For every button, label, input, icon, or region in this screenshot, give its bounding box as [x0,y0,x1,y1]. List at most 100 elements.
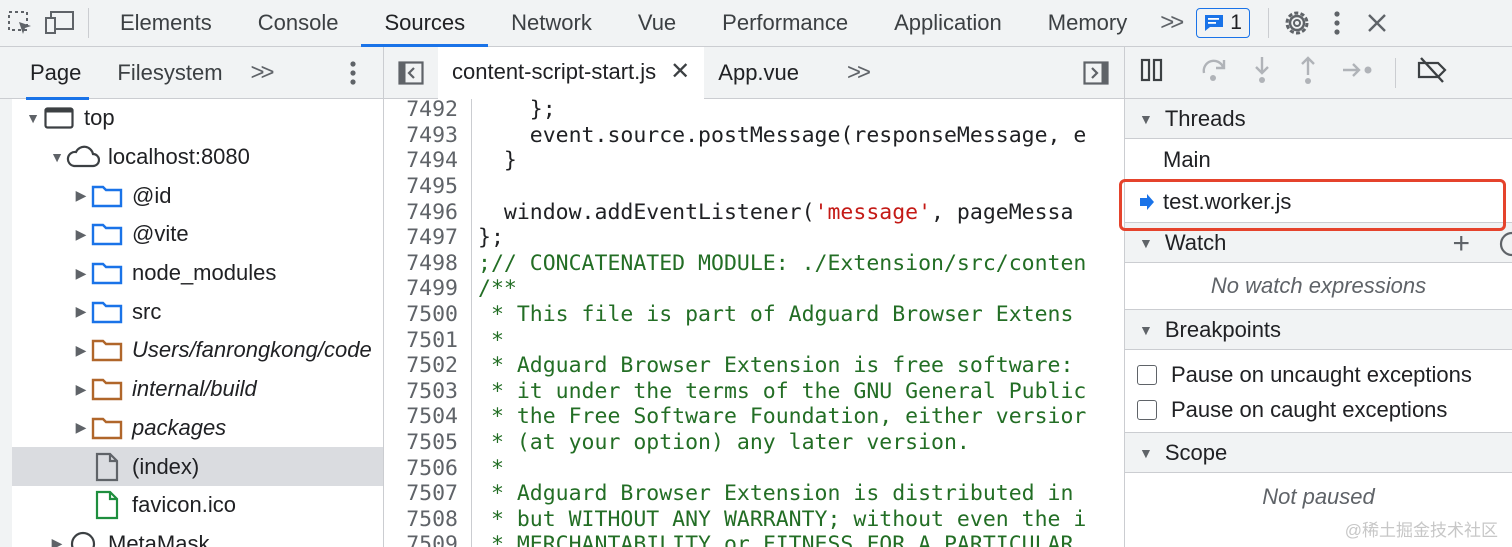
navigator-menu-icon[interactable] [349,60,357,91]
tab-console[interactable]: Console [235,0,362,46]
tree-item-folder-id[interactable]: ▶ @id [12,176,383,215]
inspect-element-icon[interactable] [0,0,40,46]
tab-performance[interactable]: Performance [699,0,871,46]
code-line[interactable]: 7496 window.addEventListener('message', … [384,199,1073,225]
step-out-icon[interactable] [1295,55,1321,90]
line-number[interactable]: 7495 [384,174,458,199]
collapsed-arrow-icon[interactable]: ▶ [72,265,90,282]
line-number[interactable]: 7498 [384,251,458,276]
tab-page[interactable]: Page [12,47,99,100]
toggle-debugger-icon[interactable] [1068,50,1124,96]
line-number[interactable]: 7500 [384,302,458,327]
tree-item-file-index[interactable]: (index) [12,447,383,486]
code-line[interactable]: 7499 /** [384,276,517,302]
code-line[interactable]: 7498 ;// CONCATENATED MODULE: ./Extension… [384,251,1086,277]
scope-section-header[interactable]: ▼ Scope [1125,433,1512,473]
step-into-icon[interactable] [1249,55,1275,90]
tree-item-file-favicon[interactable]: favicon.ico [12,486,383,525]
device-toolbar-icon[interactable] [40,0,80,46]
tree-item-folder-node-modules[interactable]: ▶ node_modules [12,254,383,293]
tab-memory[interactable]: Memory [1025,0,1150,46]
collapsed-arrow-icon[interactable]: ▶ [72,187,90,204]
expanded-arrow-icon[interactable]: ▼ [24,110,42,126]
code-line[interactable]: 7492 }; [384,99,555,123]
pause-icon[interactable] [1139,57,1165,88]
line-number[interactable]: 7508 [384,507,458,532]
tab-sources[interactable]: Sources [361,0,488,47]
issues-badge[interactable]: 1 [1196,8,1250,38]
tree-item-metamask[interactable]: ▶ MetaMask [12,525,383,547]
add-watch-icon[interactable]: + [1452,227,1470,261]
line-number[interactable]: 7501 [384,328,458,353]
line-number[interactable]: 7506 [384,456,458,481]
tree-item-localhost[interactable]: ▼ localhost:8080 [12,138,383,177]
expanded-arrow-icon[interactable]: ▼ [48,149,66,165]
collapsed-arrow-icon[interactable]: ▶ [72,381,90,398]
editor-tab-content-script[interactable]: content-script-start.js ✕ [438,47,705,99]
code-line[interactable]: 7501 * [384,327,504,353]
line-number[interactable]: 7502 [384,353,458,378]
line-number[interactable]: 7494 [384,148,458,173]
step-icon[interactable] [1341,57,1375,88]
tree-item-top[interactable]: ▼ top [12,99,383,138]
tree-item-folder-src[interactable]: ▶ src [12,292,383,331]
code-line[interactable]: 7503 * it under the terms of the GNU Gen… [384,379,1086,405]
line-number[interactable]: 7507 [384,481,458,506]
code-line[interactable]: 7504 * the Free Software Foundation, eit… [384,404,1086,430]
line-number[interactable]: 7505 [384,430,458,455]
collapsed-arrow-icon[interactable]: ▶ [48,535,66,547]
editor-tab-app-vue[interactable]: App.vue [704,47,813,99]
deactivate-breakpoints-icon[interactable] [1416,57,1448,88]
collapsed-arrow-icon[interactable]: ▶ [72,226,90,243]
pause-uncaught-exceptions-option[interactable]: Pause on uncaught exceptions [1125,357,1512,392]
tree-item-folder-vite[interactable]: ▶ @vite [12,215,383,254]
code-line[interactable]: 7493 event.source.postMessage(responseMe… [384,123,1086,149]
more-tabs-chevron-icon[interactable]: >> [1150,9,1190,37]
more-options-icon[interactable] [1317,0,1357,46]
tree-item-folder-internal-build[interactable]: ▶ internal/build [12,370,383,409]
line-number[interactable]: 7509 [384,532,458,547]
collapsed-arrow-icon[interactable]: ▶ [72,303,90,320]
code-line[interactable]: 7494 } [384,148,517,174]
settings-gear-icon[interactable] [1277,0,1317,46]
pause-uncaught-checkbox[interactable] [1137,364,1157,385]
thread-item-main[interactable]: Main [1125,139,1512,181]
code-line[interactable]: 7506 * [384,455,504,481]
collapsed-arrow-icon[interactable]: ▶ [72,419,90,436]
close-devtools-icon[interactable] [1357,0,1397,46]
breakpoints-section-header[interactable]: ▼ Breakpoints [1125,310,1512,350]
tab-filesystem[interactable]: Filesystem [99,47,240,99]
close-tab-icon[interactable]: ✕ [670,57,690,86]
code-line[interactable]: 7507 * Adguard Browser Extension is dist… [384,481,1073,507]
line-number[interactable]: 7499 [384,276,458,301]
line-number[interactable]: 7493 [384,123,458,148]
code-line[interactable]: 7505 * (at your option) any later versio… [384,430,970,456]
pause-caught-checkbox[interactable] [1137,399,1157,420]
code-line[interactable]: 7497}; [384,225,504,251]
tree-item-folder-packages[interactable]: ▶ packages [12,409,383,448]
tab-vue[interactable]: Vue [615,0,699,46]
tree-item-folder-users[interactable]: ▶ Users/fanrongkong/code [12,331,383,370]
tab-elements[interactable]: Elements [97,0,235,46]
tab-application[interactable]: Application [871,0,1025,46]
tab-network[interactable]: Network [488,0,615,46]
code-area[interactable]: 7492 }; 7493 event.source.postMessage(res… [384,99,1124,547]
line-number[interactable]: 7496 [384,200,458,225]
refresh-watch-icon[interactable] [1498,230,1512,264]
pause-caught-exceptions-option[interactable]: Pause on caught exceptions [1125,392,1512,427]
line-number[interactable]: 7492 [384,99,458,122]
threads-section-header[interactable]: ▼ Threads [1125,99,1512,139]
code-line[interactable]: 7495 [384,174,458,200]
code-line[interactable]: 7508 * but WITHOUT ANY WARRANTY; without… [384,507,1086,533]
code-line[interactable]: 7509 * MERCHANTABILITY or FITNESS FOR A … [384,532,1073,547]
code-line[interactable]: 7502 * Adguard Browser Extension is free… [384,353,1073,379]
more-navigator-tabs-chevron-icon[interactable]: >> [241,59,281,87]
line-number[interactable]: 7504 [384,404,458,429]
more-editor-tabs-chevron-icon[interactable]: >> [837,59,877,87]
step-over-icon[interactable] [1199,57,1229,88]
line-number[interactable]: 7503 [384,379,458,404]
toggle-navigator-icon[interactable] [384,50,438,96]
line-number[interactable]: 7497 [384,225,458,250]
code-line[interactable]: 7500 * This file is part of Adguard Brow… [384,302,1073,328]
collapsed-arrow-icon[interactable]: ▶ [72,342,90,359]
